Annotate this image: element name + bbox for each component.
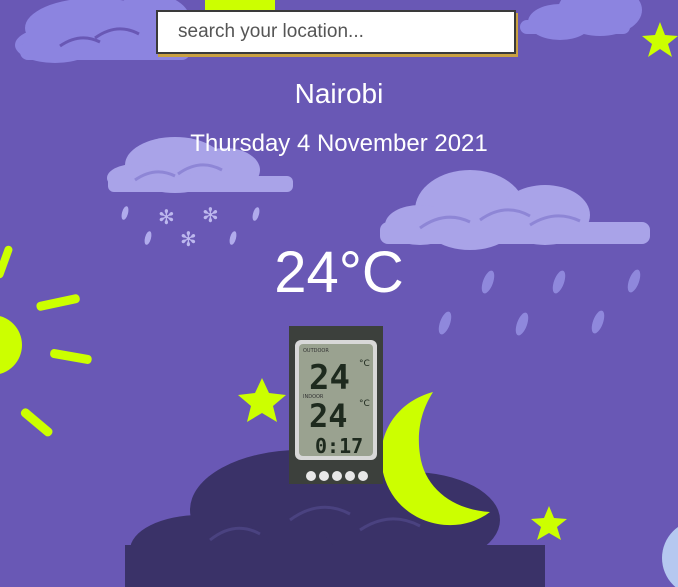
indoor-display: 24 bbox=[309, 397, 348, 435]
star-bottom-right-icon bbox=[531, 506, 567, 540]
search-box[interactable] bbox=[156, 10, 516, 54]
planet-icon bbox=[662, 527, 678, 587]
temperature-reading: 24°C bbox=[274, 240, 404, 305]
star-top-right-icon bbox=[642, 22, 678, 57]
svg-text:✻: ✻ bbox=[202, 203, 219, 227]
svg-text:°C: °C bbox=[359, 399, 370, 409]
outdoor-label: OUTDOOR bbox=[303, 348, 329, 354]
cloud-top-right-icon bbox=[520, 0, 642, 40]
thermometer-device-icon: OUTDOOR 24 °C INDOOR 24 °C 0:17 bbox=[289, 326, 383, 484]
city-name: Nairobi bbox=[294, 78, 384, 109]
star-middle-left-icon bbox=[238, 378, 286, 422]
search-input[interactable] bbox=[158, 12, 514, 52]
clock-display: 0:17 bbox=[315, 434, 363, 458]
svg-text:°C: °C bbox=[359, 359, 370, 369]
outdoor-display: 24 bbox=[309, 358, 350, 398]
svg-text:✻: ✻ bbox=[158, 205, 175, 229]
current-date: Thursday 4 November 2021 bbox=[190, 130, 488, 157]
